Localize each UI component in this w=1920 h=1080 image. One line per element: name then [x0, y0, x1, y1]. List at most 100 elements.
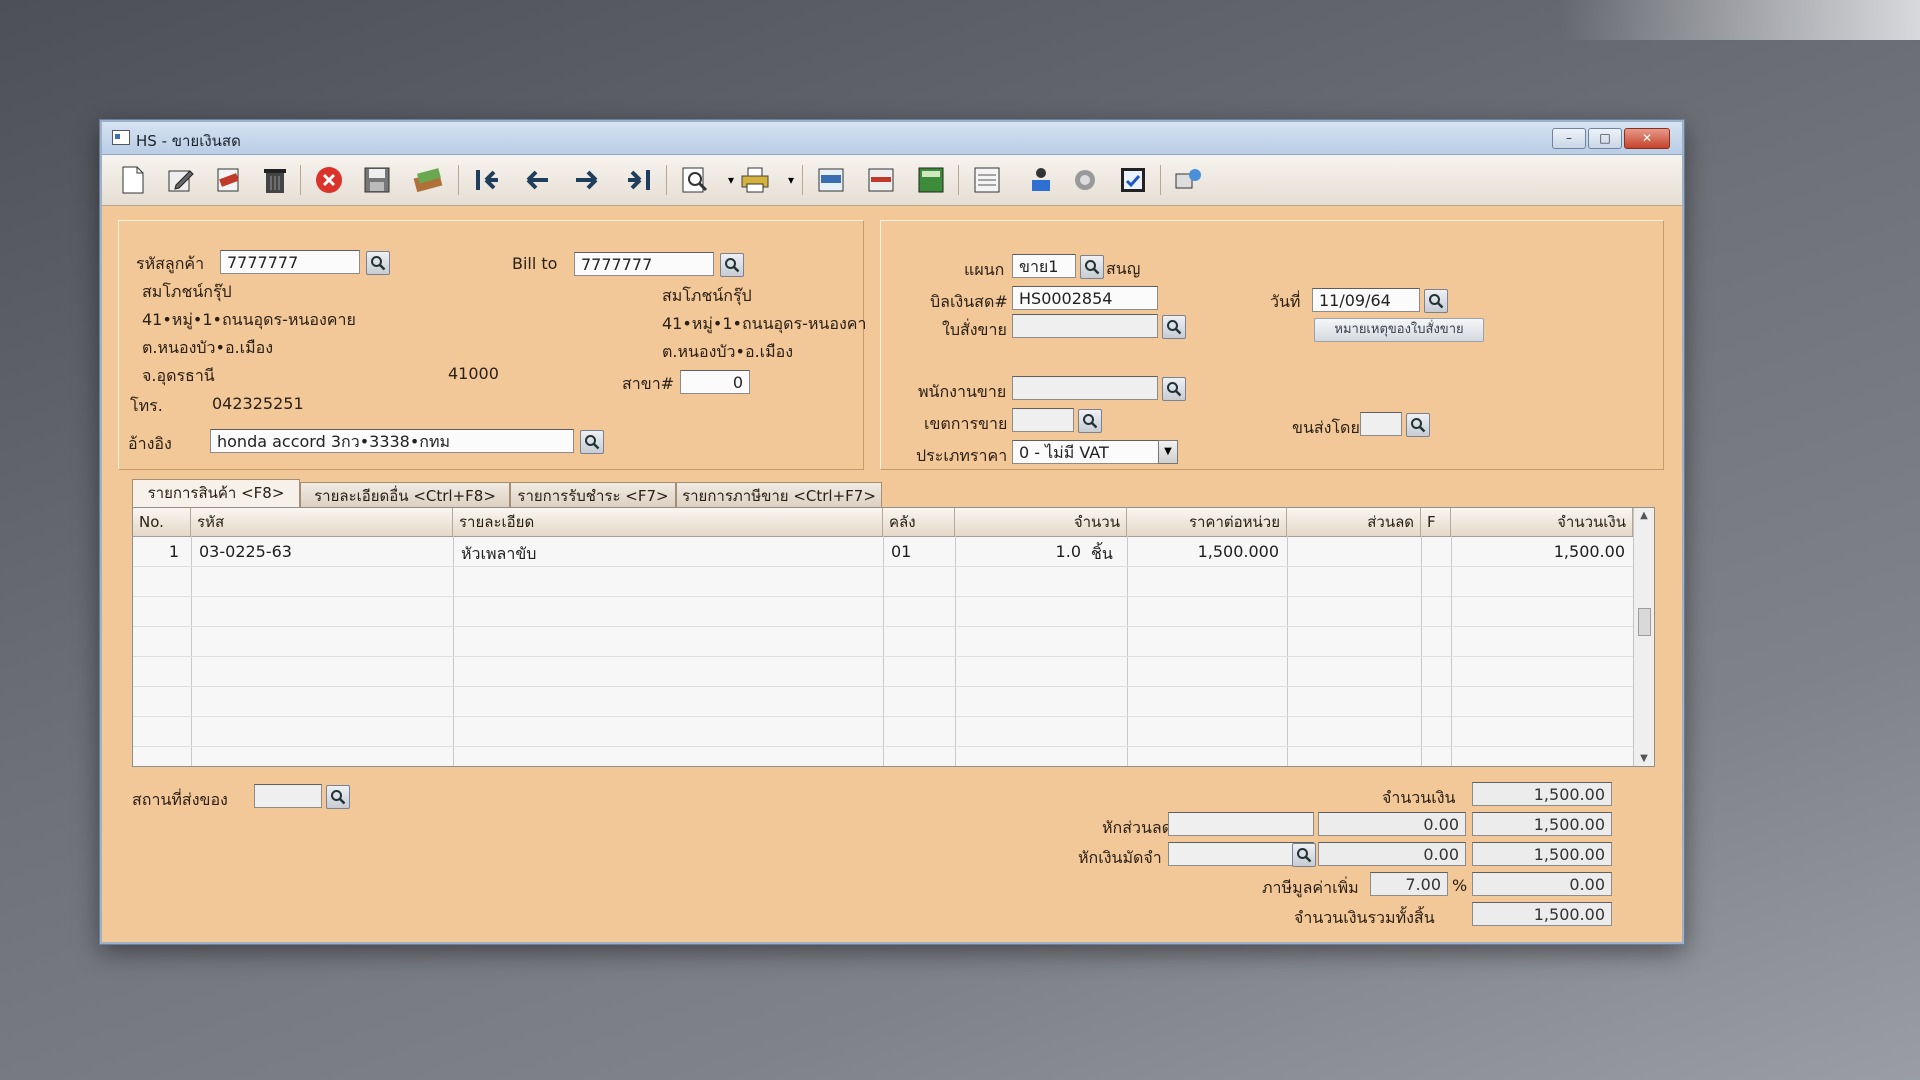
discount-amount-field[interactable]: 0.00: [1318, 812, 1466, 836]
search-icon[interactable]: [580, 430, 604, 454]
col-discount[interactable]: ส่วนลด: [1287, 508, 1421, 536]
search-icon[interactable]: [720, 253, 744, 277]
salesman-field[interactable]: [1012, 376, 1158, 400]
report-icon[interactable]: [970, 163, 1004, 197]
deposit-amount-field[interactable]: 0.00: [1318, 842, 1466, 866]
calendar-search-icon[interactable]: [1424, 289, 1448, 313]
new-doc-icon[interactable]: [116, 163, 150, 197]
first-record-icon[interactable]: [470, 163, 504, 197]
scroll-down-icon[interactable]: ▼: [1634, 753, 1654, 764]
tab-other-details[interactable]: รายละเอียดอื่น <Ctrl+F8>: [300, 482, 510, 508]
confirm-icon[interactable]: [1116, 163, 1150, 197]
date-field[interactable]: 11/09/64: [1312, 288, 1420, 312]
salesman-label: พนักงานขาย: [918, 382, 1007, 401]
cancel-doc-icon[interactable]: [212, 163, 246, 197]
department-name: สนญ: [1106, 259, 1141, 278]
col-unit-price[interactable]: ราคาต่อหน่วย: [1127, 508, 1287, 536]
search-icon[interactable]: [1080, 255, 1104, 279]
grid-divider: [191, 536, 192, 766]
items-grid[interactable]: No. รหัส รายละเอียด คลัง จำนวน ราคาต่อหน…: [132, 507, 1655, 767]
tab-items[interactable]: รายการสินค้า <F8>: [132, 479, 300, 509]
toolbar-separator: [300, 165, 301, 195]
approve-icon[interactable]: [1024, 163, 1058, 197]
branch-label: สาขา#: [622, 374, 675, 393]
desktop-highlight: [1560, 0, 1920, 40]
edit-icon[interactable]: [164, 163, 198, 197]
title-bar[interactable]: HS - ขายเงินสด – □ ✕: [102, 122, 1682, 155]
customer-code-field[interactable]: 7777777: [220, 250, 360, 274]
grid-header: No. รหัส รายละเอียด คลัง จำนวน ราคาต่อหน…: [133, 508, 1633, 537]
ship-place-field[interactable]: [254, 784, 322, 808]
after-deposit-field: 1,500.00: [1472, 842, 1612, 866]
phone-label: โทร.: [130, 396, 163, 415]
col-flag[interactable]: F: [1421, 508, 1451, 536]
vat-label: ภาษีมูลค่าเพิ่ม: [1262, 878, 1359, 897]
col-description[interactable]: รายละเอียด: [453, 508, 883, 536]
customer-code-label: รหัสลูกค้า: [136, 254, 205, 273]
sales-order-note-button[interactable]: หมายเหตุของใบสั่งขาย: [1314, 318, 1484, 342]
sales-zone-field[interactable]: [1012, 408, 1074, 432]
tab-payments[interactable]: รายการรับชำระ <F7>: [510, 482, 676, 508]
department-field[interactable]: ขาย1: [1012, 254, 1076, 278]
sales-order-field[interactable]: [1012, 314, 1158, 338]
search-icon[interactable]: [366, 251, 390, 275]
col-amount[interactable]: จำนวนเงิน: [1451, 508, 1633, 536]
print-icon[interactable]: [738, 163, 772, 197]
sales-zone-label: เขตการขาย: [924, 414, 1008, 433]
vat-rate-field[interactable]: 7.00: [1370, 872, 1448, 896]
save-icon[interactable]: [360, 163, 394, 197]
close-icon[interactable]: [312, 163, 346, 197]
grid-divider: [955, 536, 956, 766]
price-type-select[interactable]: 0 - ไม่มี VAT: [1012, 440, 1178, 464]
scroll-up-icon[interactable]: ▲: [1634, 510, 1654, 521]
chevron-down-icon[interactable]: ▼: [1158, 440, 1178, 464]
grid-row-line: [133, 746, 1633, 747]
deposit-label: หักเงินมัดจำ: [1078, 848, 1162, 867]
window-title: HS - ขายเงินสด: [136, 132, 241, 150]
preview-icon[interactable]: [678, 163, 712, 197]
search-icon[interactable]: [326, 785, 350, 809]
next-record-icon[interactable]: [570, 163, 604, 197]
reference-label: อ้างอิง: [128, 434, 172, 453]
form-icon[interactable]: [864, 163, 898, 197]
network-icon[interactable]: [1172, 163, 1206, 197]
prev-record-icon[interactable]: [520, 163, 554, 197]
note-icon[interactable]: [814, 163, 848, 197]
col-code[interactable]: รหัส: [191, 508, 453, 536]
grid-row-line: [133, 566, 1633, 567]
col-quantity[interactable]: จำนวน: [955, 508, 1127, 536]
col-no[interactable]: No.: [133, 508, 191, 536]
row-warehouse: 01: [891, 542, 912, 561]
close-button[interactable]: ✕: [1624, 128, 1670, 149]
tab-sales-tax[interactable]: รายการภาษีขาย <Ctrl+F7>: [676, 482, 882, 508]
calc-icon[interactable]: [914, 163, 948, 197]
search-icon[interactable]: [1292, 843, 1316, 867]
toolbar-separator: [802, 165, 803, 195]
reference-field[interactable]: honda accord 3กว•3338•กทม: [210, 429, 574, 453]
search-icon[interactable]: [1406, 413, 1430, 437]
branch-field[interactable]: 0: [680, 370, 750, 394]
after-discount-field: 1,500.00: [1472, 812, 1612, 836]
last-record-icon[interactable]: [622, 163, 656, 197]
delete-icon[interactable]: [258, 163, 292, 197]
bill-no-field[interactable]: HS0002854: [1012, 286, 1158, 310]
app-icon: [112, 130, 130, 145]
col-warehouse[interactable]: คลัง: [883, 508, 955, 536]
discount-text-field[interactable]: [1168, 812, 1314, 836]
maximize-button[interactable]: □: [1588, 128, 1622, 149]
search-icon[interactable]: [1078, 409, 1102, 433]
refresh-icon[interactable]: [412, 163, 446, 197]
row-quantity: 1.0: [1055, 542, 1081, 561]
check-icon[interactable]: [1070, 163, 1104, 197]
grid-scrollbar[interactable]: ▲ ▼: [1633, 508, 1654, 766]
search-icon[interactable]: [1162, 377, 1186, 401]
minimize-button[interactable]: –: [1552, 128, 1586, 149]
scroll-thumb[interactable]: [1638, 608, 1651, 636]
ship-by-field[interactable]: [1360, 412, 1402, 436]
search-icon[interactable]: [1162, 315, 1186, 339]
ship-place-label: สถานที่ส่งของ: [132, 790, 228, 809]
customer-postcode: 41000: [448, 364, 499, 383]
customer-address-line2: ต.หนองบัว•อ.เมือง: [142, 338, 274, 357]
bill-to-label: Bill to: [512, 254, 558, 273]
bill-to-field[interactable]: 7777777: [574, 252, 714, 276]
